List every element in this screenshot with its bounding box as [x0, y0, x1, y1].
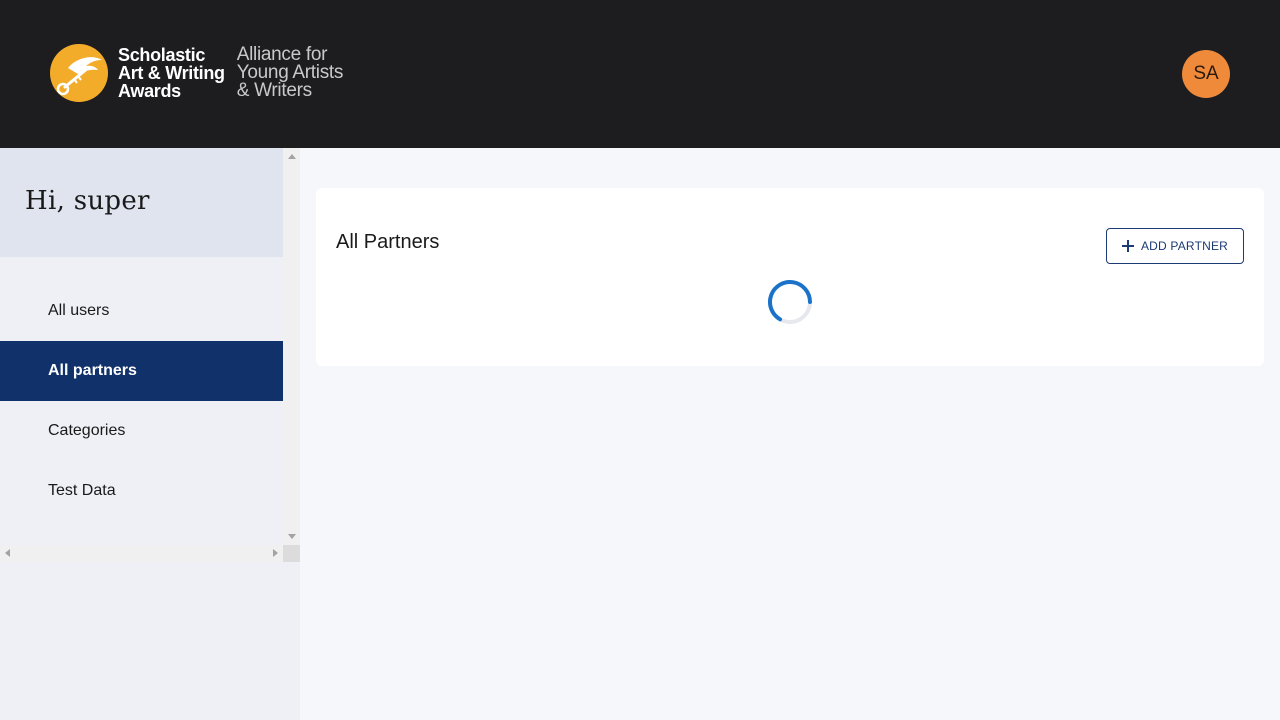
scroll-right-arrow-icon[interactable]	[273, 549, 278, 557]
logo-line-2: Art & Writing	[118, 63, 225, 83]
sidebar-nav: All users All partners Categories Test D…	[0, 281, 283, 521]
sidebar: Hi, super All users All partners Categor…	[0, 148, 300, 720]
page-title: All Partners	[336, 231, 440, 253]
sidebar-item-label: Categories	[48, 422, 126, 439]
logo-line-1: Scholastic	[118, 45, 206, 65]
sidebar-item-categories[interactable]: Categories	[0, 401, 283, 461]
logo-subtitle: Alliance for Young Artists & Writers	[236, 45, 344, 101]
logo-line-3: Awards	[118, 81, 181, 101]
logo-title: Scholastic Art & Writing Awards	[118, 46, 225, 100]
sidebar-item-all-partners[interactable]: All partners	[0, 341, 283, 401]
partners-card: All Partners ADD PARTNER	[316, 188, 1264, 366]
user-avatar[interactable]: SA	[1182, 50, 1230, 98]
greeting-panel: Hi, super	[0, 148, 283, 257]
add-partner-label: ADD PARTNER	[1140, 239, 1229, 253]
top-header: Scholastic Art & Writing Awards Alliance…	[0, 0, 1280, 148]
main-content: All Partners ADD PARTNER	[300, 148, 1280, 720]
logo-sub-line-3: & Writers	[236, 80, 312, 101]
sidebar-item-label: Test Data	[48, 482, 116, 499]
key-wing-logo-icon	[50, 44, 108, 102]
plus-icon	[1121, 240, 1134, 252]
scroll-down-arrow-icon[interactable]	[288, 534, 296, 539]
scroll-left-arrow-icon[interactable]	[5, 549, 10, 557]
sidebar-item-label: All partners	[48, 362, 137, 379]
greeting-text: Hi, super	[25, 186, 150, 216]
scrollbar-corner	[283, 545, 300, 562]
spinner-icon	[768, 280, 812, 324]
sidebar-scroll-area[interactable]: Hi, super All users All partners Categor…	[0, 148, 300, 562]
scholastic-logo[interactable]: Scholastic Art & Writing Awards Alliance…	[50, 44, 343, 102]
sidebar-item-test-data[interactable]: Test Data	[0, 461, 283, 521]
sidebar-item-all-users[interactable]: All users	[0, 281, 283, 341]
add-partner-button[interactable]: ADD PARTNER	[1106, 228, 1244, 264]
scroll-up-arrow-icon[interactable]	[288, 154, 296, 159]
sidebar-item-label: All users	[48, 302, 110, 319]
horizontal-scrollbar[interactable]	[0, 545, 283, 562]
vertical-scrollbar[interactable]	[283, 148, 300, 545]
